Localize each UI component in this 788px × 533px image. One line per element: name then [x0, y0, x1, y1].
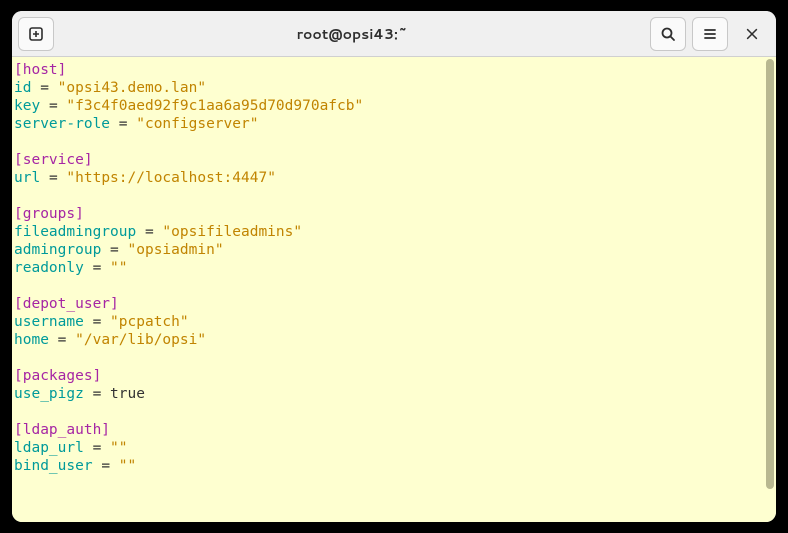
section-packages: [packages]	[14, 368, 101, 384]
cfg-val: "opsiadmin"	[128, 242, 224, 258]
cfg-key: home	[14, 332, 49, 348]
close-icon	[745, 27, 759, 41]
terminal-window: root@opsi43:~	[12, 11, 776, 522]
scrollbar[interactable]	[764, 57, 776, 522]
search-icon	[660, 26, 676, 42]
cfg-key: ldap_url	[14, 440, 84, 456]
cfg-val: "pcpatch"	[110, 314, 189, 330]
cfg-key: key	[14, 98, 40, 114]
cfg-val: ""	[110, 440, 127, 456]
cfg-val: "https://localhost:4447"	[66, 170, 276, 186]
cfg-val: ""	[110, 260, 127, 276]
cfg-key: username	[14, 314, 84, 330]
window-title: root@opsi43:~	[60, 24, 644, 44]
cfg-key: use_pigz	[14, 386, 84, 402]
scrollbar-thumb[interactable]	[766, 59, 774, 489]
cfg-val: true	[110, 386, 145, 402]
terminal-content[interactable]: [host] id = "opsi43.demo.lan" key = "f3c…	[12, 57, 764, 522]
section-groups: [groups]	[14, 206, 84, 222]
cfg-key: server-role	[14, 116, 110, 132]
cfg-key: url	[14, 170, 40, 186]
cfg-val: "configserver"	[136, 116, 258, 132]
hamburger-icon	[702, 26, 718, 42]
close-button[interactable]	[734, 17, 770, 51]
section-depot-user: [depot_user]	[14, 296, 119, 312]
cfg-val: "opsifileadmins"	[162, 224, 302, 240]
cfg-key: id	[14, 80, 31, 96]
cfg-val: ""	[119, 458, 136, 474]
cfg-key: bind_user	[14, 458, 93, 474]
menu-button[interactable]	[692, 17, 728, 51]
titlebar: root@opsi43:~	[12, 11, 776, 57]
section-host: [host]	[14, 62, 66, 78]
new-tab-button[interactable]	[18, 17, 54, 51]
cfg-key: readonly	[14, 260, 84, 276]
cfg-key: admingroup	[14, 242, 101, 258]
search-button[interactable]	[650, 17, 686, 51]
cfg-val: "f3c4f0aed92f9c1aa6a95d70d970afcb"	[66, 98, 363, 114]
section-ldap-auth: [ldap_auth]	[14, 422, 110, 438]
new-tab-icon	[28, 26, 44, 42]
cfg-val: "opsi43.demo.lan"	[58, 80, 206, 96]
cfg-key: fileadmingroup	[14, 224, 136, 240]
section-service: [service]	[14, 152, 93, 168]
cfg-val: "/var/lib/opsi"	[75, 332, 206, 348]
